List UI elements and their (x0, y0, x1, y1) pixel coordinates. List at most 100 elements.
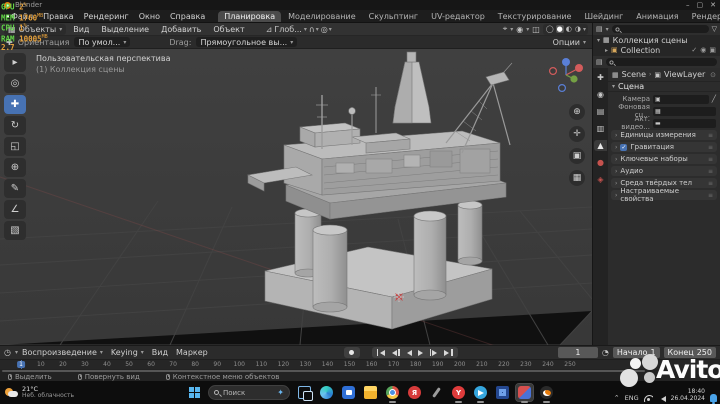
timeline-menu-marker[interactable]: Маркер (176, 348, 208, 357)
hide-viewport-eye-icon[interactable]: ◉ (700, 46, 706, 54)
section-5[interactable]: › Настраиваемые свойства ≡ (611, 187, 717, 203)
pin-icon[interactable]: ⊙ (710, 71, 716, 79)
next-keyframe-button[interactable] (428, 349, 441, 356)
hidden-icons-chevron[interactable]: ⌃ (614, 394, 620, 402)
viewport-toggle-ortho-button[interactable]: ▦ (569, 170, 585, 186)
taskbar-search[interactable]: Поиск ✦ (208, 385, 290, 400)
taskbar-icon-explorer[interactable] (362, 384, 379, 401)
jump-to-start-button[interactable] (375, 349, 388, 356)
tool-add-cube-button[interactable]: ▧ (4, 221, 26, 240)
breadcrumb-viewlayer[interactable]: ViewLayer (664, 70, 705, 79)
workspace-tab-анимация[interactable]: Анимация (630, 11, 684, 22)
xray-toggle-icon[interactable]: ◫ (532, 25, 540, 34)
viewport-menu-view[interactable]: Вид (68, 24, 94, 35)
outliner-row-collection[interactable]: ▸ ▣ Collection ✓ ◉ ▣ (593, 45, 720, 55)
frame-start-field[interactable]: Начало 1 (612, 347, 660, 358)
filter-icon[interactable]: ▽ (712, 25, 717, 33)
clock-widget[interactable]: 18:40 26.04.2024 (671, 388, 705, 402)
properties-tab-render[interactable]: ◉ (594, 89, 607, 100)
shading-solid-icon[interactable]: ● (555, 25, 564, 33)
navigation-gizmo[interactable] (546, 55, 586, 95)
field-input[interactable]: ▬ (653, 118, 716, 128)
workspace-tab-uv-редактор[interactable]: UV-редактор (425, 11, 491, 22)
expand-icon[interactable]: ▾ (597, 37, 600, 44)
menu-render[interactable]: Рендеринг (79, 11, 134, 22)
workspace-tab-скульптинг[interactable]: Скульптинг (363, 11, 425, 22)
taskbar-icon-blender[interactable] (538, 384, 555, 403)
section-3[interactable]: › Аудио ≡ (611, 166, 717, 176)
checkbox-icon[interactable]: ✓ (620, 143, 628, 151)
section-1[interactable]: › ✓ Гравитация ≡ (611, 142, 717, 152)
scene-panel-header[interactable]: ▾ Сцена (608, 81, 720, 92)
timeline-menu-view[interactable]: Вид (152, 348, 168, 357)
taskbar-icon-task-view[interactable] (296, 384, 313, 401)
language-indicator[interactable]: ENG (625, 394, 639, 402)
viewport-camera-view-button[interactable]: ▣ (569, 148, 585, 164)
shading-wireframe-icon[interactable]: ◯ (545, 25, 555, 33)
eyedropper-icon[interactable]: ╱ (712, 95, 716, 103)
taskbar-icon-tools[interactable] (428, 384, 445, 401)
properties-search[interactable]: ▤ (593, 56, 720, 68)
viewport-menu-select[interactable]: Выделение (96, 24, 154, 35)
field-input[interactable]: ▣ (653, 94, 709, 104)
workspace-tab-моделирование[interactable]: Моделирование (282, 11, 362, 22)
orientation-setting-dropdown[interactable]: По умол... ▾ (74, 37, 131, 47)
auto-keying-button[interactable] (343, 347, 360, 358)
taskbar-icon-store[interactable] (340, 384, 357, 401)
properties-tab-tool[interactable]: ✚ (594, 72, 607, 83)
maximize-button[interactable]: ▢ (697, 1, 704, 9)
workspace-tab-рендеринг[interactable]: Рендеринг (686, 11, 720, 22)
outliner-row-scene-collection[interactable]: ▾ ▦ Коллекция сцены (593, 35, 720, 45)
drag-mode-dropdown[interactable]: Прямоугольное вы... ▾ (196, 37, 298, 47)
tool-annotate-button[interactable]: ✎ (4, 179, 26, 198)
current-frame-field[interactable]: 1 (557, 347, 598, 358)
editor-type-icon[interactable]: ▤ (596, 58, 603, 66)
timeline-editor-icon[interactable]: ◷ (4, 348, 11, 357)
notification-bell-icon[interactable] (710, 394, 717, 404)
menu-window[interactable]: Окно (134, 11, 165, 22)
disable-render-camera-icon[interactable]: ▣ (709, 46, 716, 54)
shading-material-icon[interactable]: ◐ (565, 25, 573, 33)
prev-keyframe-button[interactable] (389, 349, 402, 356)
field-input[interactable]: ▦ (653, 106, 716, 116)
timeline-menu-keying[interactable]: Keying ▾ (111, 348, 144, 357)
timeline-menu-playback[interactable]: Воспроизведение ▾ (22, 348, 103, 357)
overlays-toggle-icon[interactable]: ◉ (516, 25, 523, 34)
copilot-spark-icon[interactable]: ✦ (277, 388, 284, 397)
section-2[interactable]: › Ключевые наборы ≡ (611, 154, 717, 164)
menu-help[interactable]: Справка (165, 11, 210, 22)
jump-to-end-button[interactable] (442, 349, 455, 356)
play-button[interactable] (416, 349, 426, 356)
tool-measure-button[interactable]: ∠ (4, 200, 26, 219)
section-0[interactable]: › Единицы измерения ≡ (611, 130, 717, 140)
options-dropdown[interactable]: Опции ▾ (553, 38, 586, 47)
minimize-button[interactable]: – (686, 1, 690, 9)
taskbar-icon-yandex-browser[interactable]: Y (450, 384, 467, 403)
taskbar-icon-photos[interactable] (515, 383, 534, 403)
tool-cursor-button[interactable]: ◎ (4, 74, 26, 93)
tool-move-button[interactable]: ✚ (4, 95, 26, 114)
shading-rendered-icon[interactable]: ◑ (574, 25, 582, 33)
properties-tab-world[interactable]: ● (594, 157, 607, 168)
gizmos-toggle-icon[interactable]: ⌖ (503, 24, 508, 34)
viewport-zoom-button[interactable]: ⊕ (569, 104, 585, 120)
checkbox-icon[interactable]: ✓ (691, 46, 697, 54)
tool-rotate-button[interactable]: ↻ (4, 116, 26, 135)
3d-viewport[interactable]: Пользовательская перспектива (1) Коллекц… (0, 49, 592, 345)
taskbar-icon-yandex-music[interactable]: Я (406, 384, 423, 401)
taskbar-icon-chrome[interactable] (384, 384, 401, 403)
properties-tab-output[interactable]: ▤ (594, 106, 607, 117)
snap-toggle[interactable]: ∩ ▾ (309, 25, 319, 34)
taskbar-icon-edge[interactable] (318, 384, 335, 401)
taskbar-icon-app-grid[interactable] (494, 384, 511, 401)
volume-icon[interactable] (658, 396, 666, 402)
workspace-tab-шейдинг[interactable]: Шейдинг (578, 11, 629, 22)
breadcrumb-scene[interactable]: Scene (622, 70, 646, 79)
frame-end-field[interactable]: Конец 250 (663, 347, 716, 358)
close-button[interactable]: ✕ (710, 1, 716, 9)
properties-search-input[interactable] (605, 58, 717, 66)
viewport-menu-object[interactable]: Объект (208, 24, 249, 35)
start-button[interactable] (186, 385, 202, 401)
display-mode-icon[interactable]: ▤ (596, 25, 603, 33)
wifi-icon[interactable] (643, 395, 653, 402)
